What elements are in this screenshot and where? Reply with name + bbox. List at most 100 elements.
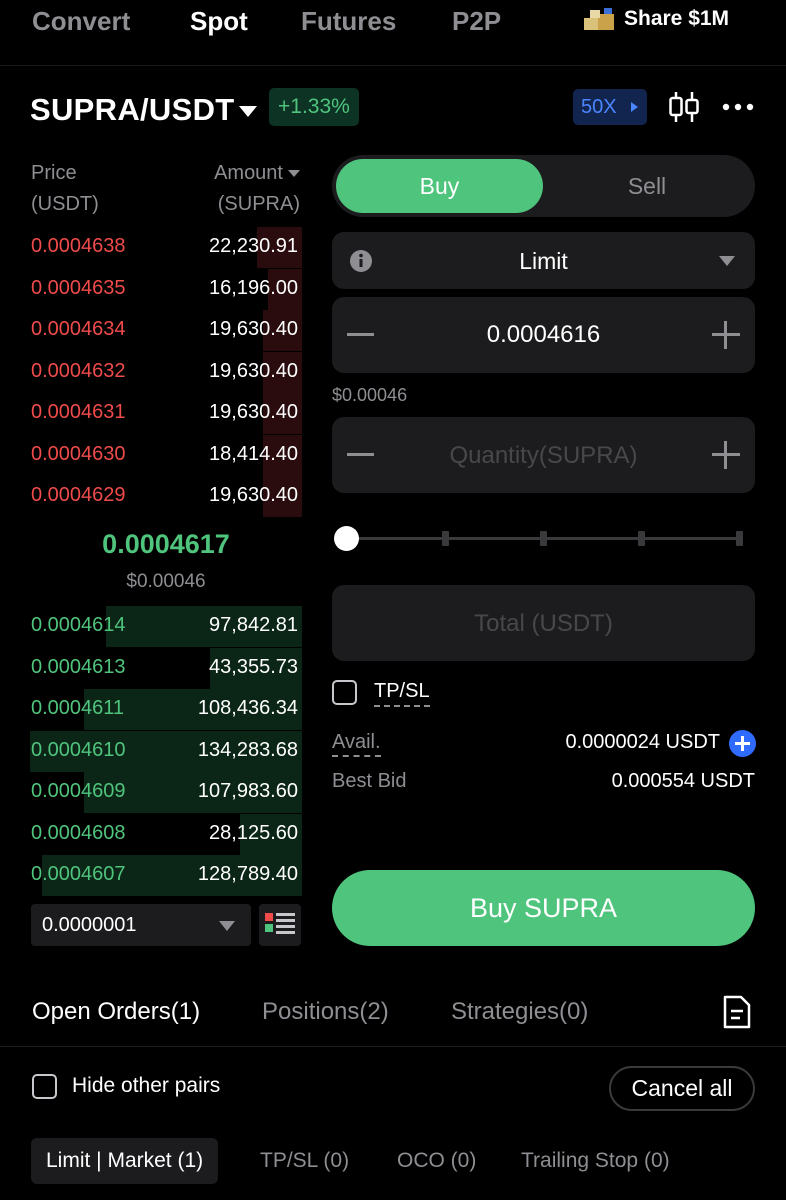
total-input[interactable]: Total (USDT) (332, 610, 755, 638)
bid-row[interactable]: 0.0004610 134,283.68 (22, 730, 302, 772)
pair-dropdown-icon[interactable] (239, 106, 257, 117)
tab-futures[interactable]: Futures (301, 6, 396, 37)
price-column-header: Price (USDT) (31, 158, 99, 220)
share-promo-button[interactable]: Share $1M (582, 6, 729, 32)
ask-row[interactable]: 0.0004630 18,414.40 (22, 434, 302, 476)
decrease-price-button[interactable] (347, 333, 374, 336)
chevron-down-icon (719, 256, 735, 266)
pair-header: SUPRA/USDT +1.33% 50X (0, 84, 786, 134)
total-field[interactable]: Total (USDT) (332, 585, 755, 661)
decrease-quantity-button[interactable] (347, 453, 374, 456)
bid-row[interactable]: 0.0004614 97,842.81 (22, 606, 302, 647)
chevron-down-icon (219, 921, 235, 931)
price-input[interactable]: 0.0004616 (392, 321, 695, 349)
best-bid-value: 0.000554 USDT (611, 770, 755, 792)
available-label[interactable]: Avail. (332, 731, 381, 757)
tab-spot[interactable]: Spot (190, 6, 248, 37)
slider-tick[interactable] (638, 531, 645, 546)
best-bid-label: Best Bid (332, 770, 407, 792)
amount-column-header[interactable]: Amount (SUPRA) (192, 158, 300, 220)
tpsl-checkbox[interactable] (332, 680, 357, 705)
row-price: 0.0004613 (31, 655, 126, 678)
sell-tab[interactable]: Sell (543, 159, 751, 213)
pair-symbol[interactable]: SUPRA/USDT (30, 92, 235, 128)
order-type-label: Limit (519, 248, 568, 274)
order-type-select[interactable]: Limit (332, 232, 755, 289)
row-price: 0.0004609 (31, 780, 126, 802)
tab-convert[interactable]: Convert (32, 6, 130, 37)
share-label: Share $1M (624, 7, 730, 30)
subtab-trailing-stop[interactable]: Trailing Stop (0) (521, 1138, 670, 1184)
row-amount: 19,630.40 (209, 359, 298, 382)
top-nav: Convert Spot Futures P2P Share $1M (0, 0, 786, 66)
increase-quantity-button[interactable] (712, 441, 740, 469)
price-usd-hint: $0.00046 (332, 385, 408, 405)
ask-row[interactable]: 0.0004631 19,630.40 (22, 393, 302, 434)
caret-down-icon (288, 170, 300, 178)
row-price: 0.0004632 (31, 359, 126, 382)
subtab-limit-market[interactable]: Limit | Market (1) (31, 1138, 219, 1184)
last-price-usd: $0.00046 (126, 571, 206, 592)
subtab-oco[interactable]: OCO (0) (397, 1138, 476, 1184)
bid-row[interactable]: 0.0004607 128,789.40 (22, 855, 302, 896)
available-value: 0.0000024 USDT (565, 731, 720, 753)
order-type-subtabs: Limit | Market (1) TP/SL (0) OCO (0) Tra… (0, 1138, 786, 1184)
leverage-label: 50X (581, 96, 617, 118)
leverage-badge[interactable]: 50X (573, 89, 647, 125)
ask-row[interactable]: 0.0004632 19,630.40 (22, 351, 302, 393)
row-price: 0.0004635 (31, 276, 126, 299)
row-amount: 19,630.40 (209, 484, 298, 506)
amount-header-unit: (SUPRA) (217, 193, 300, 215)
row-amount: 28,125.60 (209, 821, 298, 844)
price-precision-select[interactable]: 0.0000001 (31, 904, 251, 946)
last-price: 0.0004617 (102, 529, 230, 559)
row-price: 0.0004638 (31, 235, 126, 257)
increase-price-button[interactable] (712, 321, 740, 349)
amount-slider[interactable] (332, 520, 755, 556)
buy-sell-toggle: Buy Sell (332, 155, 755, 217)
bid-row[interactable]: 0.0004609 107,983.60 (22, 772, 302, 813)
row-price: 0.0004634 (31, 318, 126, 340)
ask-row[interactable]: 0.0004634 19,630.40 (22, 310, 302, 351)
tab-open-orders[interactable]: Open Orders(1) (32, 998, 200, 1026)
candlestick-chart-icon[interactable] (667, 90, 701, 124)
tab-p2p[interactable]: P2P (452, 6, 501, 37)
row-price: 0.0004629 (31, 484, 126, 506)
row-price: 0.0004611 (31, 697, 125, 719)
row-amount: 97,842.81 (209, 614, 298, 636)
slider-tick[interactable] (540, 531, 547, 546)
cancel-all-button[interactable]: Cancel all (609, 1066, 755, 1111)
quantity-stepper: Quantity(SUPRA) (332, 417, 755, 493)
ask-row[interactable]: 0.0004638 22,230.91 (22, 227, 302, 268)
subtab-tpsl[interactable]: TP/SL (0) (260, 1138, 349, 1184)
ask-row[interactable]: 0.0004629 19,630.40 (22, 476, 302, 517)
bid-row[interactable]: 0.0004608 28,125.60 (22, 813, 302, 855)
bid-row[interactable]: 0.0004611 108,436.34 (22, 689, 302, 730)
bid-row[interactable]: 0.0004613 43,355.73 (22, 647, 302, 689)
orderbook-layout-icon[interactable] (259, 904, 301, 946)
row-amount: 16,196.00 (209, 276, 298, 299)
row-amount: 107,983.60 (197, 780, 298, 802)
slider-tick[interactable] (736, 531, 743, 546)
buy-supra-button[interactable]: Buy SUPRA (332, 870, 755, 946)
hide-other-pairs-label[interactable]: Hide other pairs (72, 1074, 220, 1098)
price-header-label: Price (31, 162, 77, 184)
row-amount: 43,355.73 (209, 655, 298, 678)
ask-row[interactable]: 0.0004635 16,196.00 (22, 268, 302, 310)
row-price: 0.0004614 (31, 614, 126, 636)
slider-handle[interactable] (334, 526, 359, 551)
tab-strategies[interactable]: Strategies(0) (451, 998, 588, 1026)
slider-tick[interactable] (442, 531, 449, 546)
deposit-plus-icon[interactable] (729, 730, 756, 757)
row-price: 0.0004630 (31, 442, 126, 465)
hide-other-pairs-checkbox[interactable] (32, 1074, 57, 1099)
tpsl-label[interactable]: TP/SL (374, 680, 430, 707)
tab-positions[interactable]: Positions(2) (262, 998, 389, 1026)
more-icon[interactable] (722, 103, 754, 111)
row-amount: 19,630.40 (209, 401, 298, 423)
price-stepper: 0.0004616 (332, 297, 755, 373)
buy-tab[interactable]: Buy (336, 159, 543, 213)
quantity-input[interactable]: Quantity(SUPRA) (392, 442, 695, 470)
price-change-badge: +1.33% (269, 88, 359, 126)
order-history-icon[interactable] (722, 994, 752, 1030)
